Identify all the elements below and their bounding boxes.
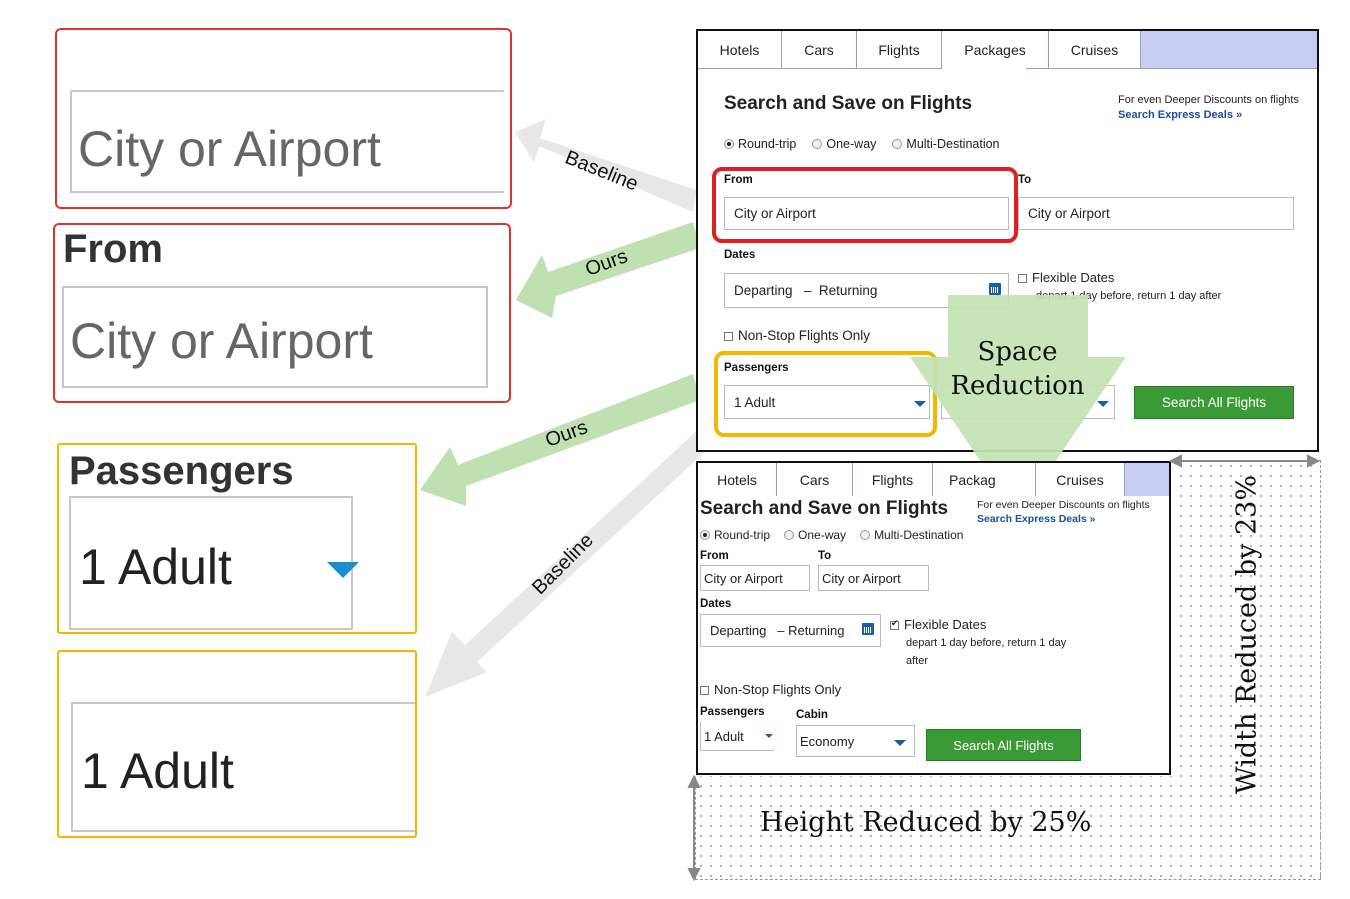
height-reduced-label: Height Reduced by 25%: [760, 807, 1092, 838]
width-reduced-label: Width Reduced by 23%: [1231, 474, 1263, 795]
dimension-arrows: [687, 454, 1321, 882]
